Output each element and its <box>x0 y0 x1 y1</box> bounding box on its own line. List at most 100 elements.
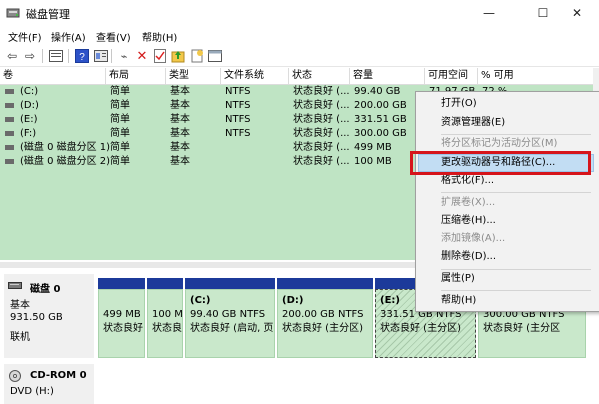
delete-icon[interactable]: ✕ <box>134 48 150 64</box>
partition-status: 状态良好 (主分区) <box>282 323 363 334</box>
volume-filesystem: NTFS <box>225 128 251 139</box>
cdrom-name: CD-ROM 0 <box>30 370 87 381</box>
up-icon[interactable] <box>170 48 186 64</box>
partition-block[interactable]: (D:) 200.00 GB NTFS 状态良好 (主分区) <box>276 278 373 358</box>
partition-status: 状态良好 (主分区 <box>483 323 561 334</box>
partition-size: 200.00 GB NTFS <box>282 309 364 320</box>
partition-body: (C:) 99.40 GB NTFS 状态良好 (启动, 页 <box>185 289 275 358</box>
toolbar-separator <box>68 49 69 63</box>
volume-type: 基本 <box>170 100 190 111</box>
partition-body: 499 MB 状态良好 <box>98 289 145 358</box>
new-icon[interactable] <box>189 48 205 64</box>
column-header-percent-free[interactable]: % 可用 <box>478 68 593 85</box>
volume-layout: 简单 <box>110 114 130 125</box>
menu-item-help[interactable]: 帮助(H) <box>441 292 476 310</box>
column-header-volume[interactable]: 卷 <box>0 68 106 85</box>
partition-body: (D:) 200.00 GB NTFS 状态良好 (主分区) <box>277 289 373 358</box>
volume-icon <box>5 117 14 122</box>
forward-icon[interactable]: ⇨ <box>22 48 38 64</box>
partition-status: 状态良好 (启动, 页 <box>190 323 274 334</box>
partition-bar <box>277 278 373 289</box>
volume-type: 基本 <box>170 114 190 125</box>
column-header-filesystem[interactable]: 文件系统 <box>221 68 289 85</box>
disk-icon <box>8 282 22 289</box>
menu-view[interactable]: 查看(V) <box>96 29 131 44</box>
partition-block[interactable]: (C:) 99.40 GB NTFS 状态良好 (启动, 页 <box>184 278 275 358</box>
menu-item-shrink-volume[interactable]: 压缩卷(H)... <box>441 212 496 230</box>
menu-item-delete-volume[interactable]: 删除卷(D)... <box>441 248 496 266</box>
partition-label: (D:) <box>282 295 304 306</box>
volume-name: (E:) <box>20 114 38 125</box>
volume-status: 状态良好 (... <box>293 142 350 153</box>
minimize-button[interactable]: — <box>467 0 511 26</box>
disk-0-label[interactable]: 磁盘 0 基本 931.50 GB 联机 <box>4 274 94 358</box>
menu-item-extend-volume: 扩展卷(X)... <box>441 197 496 208</box>
volume-status: 状态良好 (... <box>293 156 350 167</box>
volume-icon <box>5 103 14 108</box>
volume-filesystem: NTFS <box>225 86 251 97</box>
connect-icon[interactable]: ⌁ <box>116 48 132 64</box>
help-icon[interactable]: ? <box>74 48 90 64</box>
volume-layout: 简单 <box>110 128 130 139</box>
volume-icon <box>5 89 14 94</box>
menu-separator <box>441 290 591 291</box>
volume-name: (C:) <box>20 86 39 97</box>
partition-label: (C:) <box>190 295 211 306</box>
partition-size: 99.40 GB NTFS <box>190 309 266 320</box>
column-header-layout[interactable]: 布局 <box>106 68 166 85</box>
window-title: 磁盘管理 <box>26 8 70 21</box>
partition-size: 100 M <box>152 309 183 320</box>
menu-item-properties[interactable]: 属性(P) <box>441 270 475 288</box>
volume-filesystem: NTFS <box>225 114 251 125</box>
volume-capacity: 200.00 GB <box>354 100 407 111</box>
cdrom-drive: DVD (H:) <box>10 386 54 397</box>
context-menu: 打开(O) 资源管理器(E) 将分区标记为活动分区(M) 更改驱动器号和路径(C… <box>415 91 599 312</box>
disk-state: 联机 <box>10 332 30 343</box>
cdrom-icon <box>9 370 21 382</box>
column-header-type[interactable]: 类型 <box>166 68 221 85</box>
volume-type: 基本 <box>170 156 190 167</box>
partition-bar <box>185 278 275 289</box>
title-bar: 磁盘管理 — ☐ ✕ <box>0 0 599 26</box>
menu-action[interactable]: 操作(A) <box>51 29 86 44</box>
volume-status: 状态良好 (... <box>293 128 350 139</box>
properties-icon[interactable] <box>93 48 109 64</box>
menu-separator <box>441 192 591 193</box>
menu-item-open[interactable]: 打开(O) <box>441 95 477 113</box>
volume-type: 基本 <box>170 142 190 153</box>
volume-status: 状态良好 (... <box>293 100 350 111</box>
list-view-icon[interactable] <box>48 48 64 64</box>
column-header-status[interactable]: 状态 <box>289 68 350 85</box>
menu-item-explorer[interactable]: 资源管理器(E) <box>441 114 505 132</box>
volume-list-header: 卷 布局 类型 文件系统 状态 容量 可用空间 % 可用 <box>0 68 593 85</box>
partition-block[interactable]: 100 M 状态良 <box>146 278 183 358</box>
console-icon[interactable] <box>207 48 223 64</box>
volume-name: (磁盘 0 磁盘分区 1) <box>20 142 111 153</box>
partition-body: 100 M 状态良 <box>147 289 183 358</box>
cdrom-label[interactable]: CD-ROM 0 DVD (H:) <box>4 364 94 404</box>
menu-file[interactable]: 文件(F) <box>8 29 42 44</box>
volume-capacity: 100 MB <box>354 156 392 167</box>
volume-status: 状态良好 (... <box>293 114 350 125</box>
checklist-icon[interactable] <box>152 48 168 64</box>
close-button[interactable]: ✕ <box>555 0 599 26</box>
disk-size: 931.50 GB <box>10 312 63 323</box>
back-icon[interactable]: ⇦ <box>4 48 20 64</box>
menu-help[interactable]: 帮助(H) <box>142 29 177 44</box>
menu-item-add-mirror: 添加镜像(A)... <box>441 233 506 244</box>
volume-capacity: 499 MB <box>354 142 392 153</box>
column-header-capacity[interactable]: 容量 <box>350 68 425 85</box>
volume-name: (磁盘 0 磁盘分区 2) <box>20 156 111 167</box>
partition-label: (E:) <box>380 295 400 306</box>
partition-block[interactable]: 499 MB 状态良好 <box>97 278 145 358</box>
volume-capacity: 300.00 GB <box>354 128 407 139</box>
partition-status: 状态良好 (主分区) <box>380 323 461 334</box>
volume-capacity: 99.40 GB <box>354 86 401 97</box>
volume-capacity: 331.51 GB <box>354 114 407 125</box>
volume-filesystem: NTFS <box>225 100 251 111</box>
volume-icon <box>5 145 14 150</box>
volume-status: 状态良好 (... <box>293 86 350 97</box>
partition-bar <box>98 278 145 289</box>
disk-management-app-icon <box>6 8 20 18</box>
column-header-free-space[interactable]: 可用空间 <box>425 68 478 85</box>
